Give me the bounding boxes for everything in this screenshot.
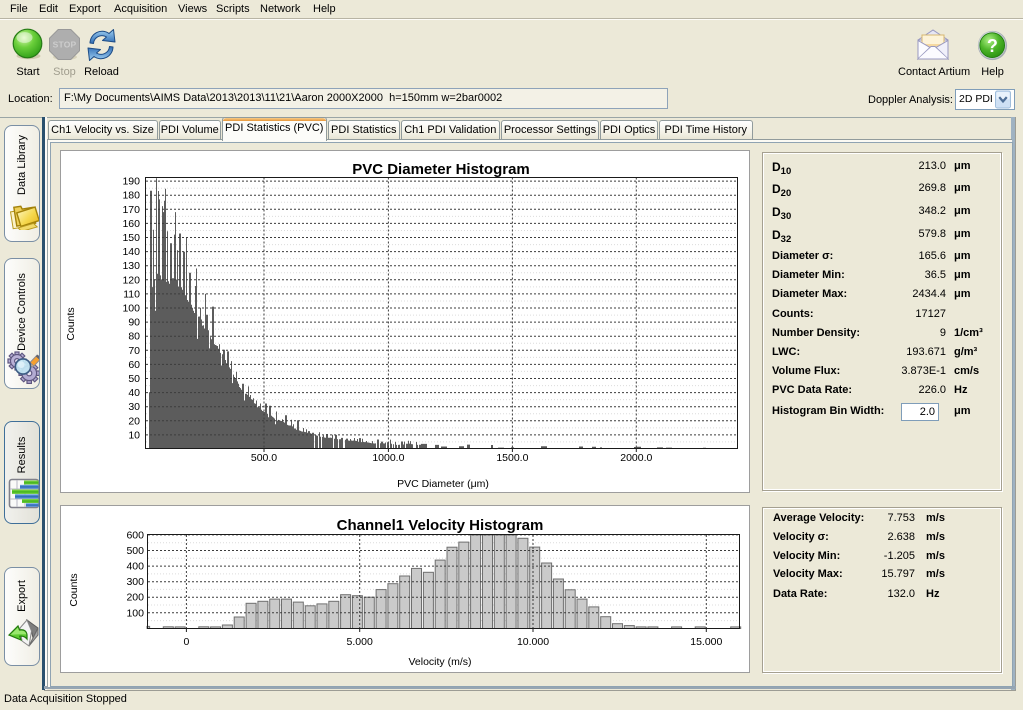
svg-text:PVC Diameter Histogram: PVC Diameter Histogram [352, 161, 530, 178]
svg-text:100: 100 [122, 303, 140, 315]
svg-text:500: 500 [126, 545, 144, 557]
svg-text:1500.0: 1500.0 [496, 452, 528, 464]
svg-text:100: 100 [126, 607, 144, 619]
svg-text:400: 400 [126, 561, 144, 573]
svg-text:130: 130 [122, 260, 140, 272]
svg-text:PVC Diameter (μm): PVC Diameter (μm) [397, 478, 489, 490]
svg-text:300: 300 [126, 576, 144, 588]
svg-text:1000.0: 1000.0 [372, 452, 404, 464]
svg-text:10.000: 10.000 [517, 636, 549, 648]
svg-text:5.000: 5.000 [347, 636, 373, 648]
svg-text:Counts: Counts [65, 307, 77, 340]
svg-text:70: 70 [128, 345, 140, 357]
svg-text:110: 110 [123, 288, 140, 300]
svg-text:90: 90 [128, 317, 140, 329]
svg-text:15.000: 15.000 [690, 636, 722, 648]
svg-text:500.0: 500.0 [251, 452, 277, 464]
svg-text:600: 600 [126, 529, 144, 541]
svg-text:0: 0 [183, 636, 189, 648]
svg-text:2000.0: 2000.0 [620, 452, 652, 464]
svg-text:60: 60 [128, 359, 140, 371]
svg-text:150: 150 [122, 232, 140, 244]
svg-text:STOP: STOP [53, 40, 77, 50]
svg-text:Velocity (m/s): Velocity (m/s) [408, 656, 471, 668]
svg-text:180: 180 [122, 190, 140, 202]
svg-text:80: 80 [128, 331, 140, 343]
svg-text:50: 50 [128, 373, 140, 385]
svg-text:190: 190 [122, 176, 140, 188]
svg-text:160: 160 [122, 218, 140, 230]
svg-text:170: 170 [122, 204, 140, 216]
svg-text:40: 40 [128, 387, 140, 399]
svg-text:120: 120 [122, 274, 140, 286]
svg-text:?: ? [987, 36, 998, 56]
svg-text:Counts: Counts [68, 573, 80, 606]
svg-text:200: 200 [126, 592, 144, 604]
svg-text:30: 30 [128, 401, 140, 413]
svg-text:140: 140 [122, 246, 140, 258]
svg-text:20: 20 [128, 415, 140, 427]
svg-text:10: 10 [128, 429, 140, 441]
svg-text:Channel1 Velocity Histogram: Channel1 Velocity Histogram [337, 517, 544, 534]
